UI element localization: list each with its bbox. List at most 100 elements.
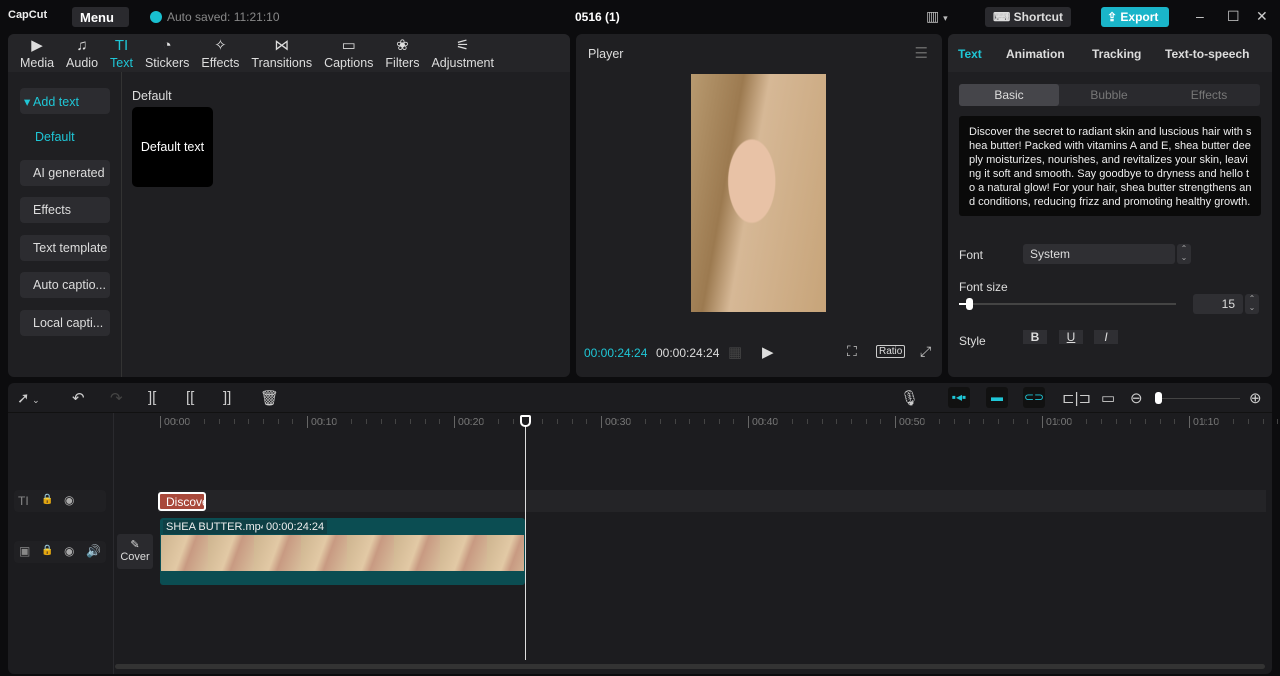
ruler-tick bbox=[468, 419, 470, 424]
ruler-tick bbox=[821, 419, 823, 424]
video-track-icon: ▣ bbox=[19, 544, 31, 558]
cover-button[interactable]: ✎ Cover bbox=[117, 534, 153, 569]
ruler-tick bbox=[1277, 419, 1279, 424]
export-button[interactable]: ⇪ Export bbox=[1101, 7, 1169, 27]
close-icon[interactable]: ✕ bbox=[1256, 8, 1268, 25]
font-stepper-icon[interactable]: ⌃ ⌄ bbox=[1177, 244, 1191, 264]
undo-icon[interactable]: ↶ bbox=[72, 389, 85, 407]
playhead-handle[interactable] bbox=[519, 415, 531, 427]
ruler-tick bbox=[968, 419, 970, 424]
lock-icon[interactable]: 🔒 bbox=[41, 545, 53, 556]
tab-stickers[interactable]: ◔ Stickers bbox=[139, 34, 195, 72]
tab-text[interactable]: TI Text bbox=[104, 34, 139, 72]
subtab-basic[interactable]: Basic bbox=[959, 84, 1059, 106]
zoom-out-icon[interactable]: ⊖ bbox=[1130, 389, 1143, 407]
text-clip[interactable]: Discove bbox=[158, 492, 206, 511]
ruler-tick bbox=[424, 419, 426, 424]
grid-icon[interactable]: ▦ bbox=[728, 343, 742, 361]
menu-button[interactable]: Menu ⌄ bbox=[72, 7, 129, 39]
slider-handle[interactable] bbox=[965, 298, 973, 310]
delete-icon[interactable]: 🗑 bbox=[260, 389, 279, 407]
main-track-magnet-icon[interactable]: ▪◂▪ bbox=[948, 387, 970, 408]
tab-text[interactable]: Text bbox=[958, 47, 982, 61]
asset-tabs: ▶ Media ♫ Audio TI Text ◔ Stickers ✧ Effects ⋈ Tran… bbox=[8, 34, 570, 72]
sidebar-item-text-template[interactable]: Text template bbox=[20, 235, 110, 261]
media-icon: ▶ bbox=[31, 37, 43, 54]
split-icon[interactable]: ][ bbox=[148, 389, 156, 406]
zoom-handle[interactable] bbox=[1155, 392, 1162, 404]
default-text-card[interactable]: Default text bbox=[132, 107, 213, 187]
zoom-fit-icon[interactable]: ⛶ bbox=[847, 343, 857, 360]
ruler-tick bbox=[1086, 419, 1088, 424]
tab-transitions[interactable]: ⋈ Transitions bbox=[245, 34, 318, 72]
keyboard-icon: ⌨ bbox=[993, 10, 1011, 24]
ruler-tick bbox=[277, 419, 279, 424]
menu-icon[interactable]: ☰ bbox=[915, 44, 928, 62]
tab-effects[interactable]: ✧ Effects bbox=[195, 34, 245, 72]
font-select[interactable]: System bbox=[1023, 244, 1175, 264]
ruler-tick bbox=[777, 419, 779, 424]
video-clip[interactable]: SHEA BUTTER.mp4 00:00:24:24 bbox=[160, 518, 525, 585]
tab-animation[interactable]: Animation bbox=[1006, 47, 1065, 61]
tab-text-to-speech[interactable]: Text-to-speech bbox=[1165, 47, 1249, 61]
tab-media[interactable]: ▶ Media bbox=[14, 34, 60, 72]
zoom-in-icon[interactable]: ⊕ bbox=[1249, 389, 1262, 407]
video-thumbnail bbox=[440, 535, 487, 571]
tab-audio[interactable]: ♫ Audio bbox=[60, 34, 104, 72]
redo-icon[interactable]: ↷ bbox=[110, 389, 123, 407]
ruler-tick bbox=[1027, 419, 1029, 424]
play-icon[interactable]: ▶ bbox=[762, 343, 774, 361]
font-size-input[interactable]: 15 bbox=[1193, 294, 1243, 314]
tab-adjustment[interactable]: ⚟ Adjustment bbox=[425, 34, 500, 72]
sidebar-item-ai-generated[interactable]: AI generated bbox=[20, 160, 110, 186]
shortcut-button[interactable]: ⌨ Shortcut bbox=[985, 7, 1071, 27]
sidebar-item-effects[interactable]: Effects bbox=[20, 197, 110, 223]
font-size-stepper-icon[interactable]: ⌃ ⌄ bbox=[1245, 294, 1259, 314]
ruler-tick bbox=[1071, 419, 1073, 424]
autosave-status: Auto saved: 11:21:10 bbox=[150, 10, 280, 24]
fit-timeline-icon[interactable]: ▭ bbox=[1101, 389, 1115, 407]
link-icon[interactable]: ⊂⊃ bbox=[1023, 387, 1045, 408]
video-track-header: ▣ 🔒 ◉ 🔊 bbox=[14, 541, 106, 563]
text-content-input[interactable]: Discover the secret to radiant skin and … bbox=[959, 116, 1261, 216]
horizontal-scrollbar[interactable] bbox=[115, 664, 1265, 669]
playhead[interactable] bbox=[519, 415, 531, 660]
sidebar-item-default[interactable]: Default bbox=[35, 130, 75, 144]
sidebar-item-auto-captions[interactable]: Auto captio... bbox=[20, 272, 110, 298]
timeline-zoom-slider[interactable] bbox=[1155, 392, 1240, 404]
speaker-icon[interactable]: 🔊 bbox=[86, 544, 101, 558]
tab-filters[interactable]: ❀ Filters bbox=[379, 34, 425, 72]
ruler-tick bbox=[571, 419, 573, 424]
lock-icon[interactable]: 🔒 bbox=[41, 494, 53, 505]
video-clip-duration: 00:00:24:24 bbox=[263, 520, 328, 534]
underline-button[interactable]: U bbox=[1059, 330, 1083, 344]
total-time: 00:00:24:24 bbox=[656, 346, 720, 360]
select-cursor-icon[interactable]: ➚ ⌄ bbox=[17, 389, 40, 407]
auto-snap-icon[interactable]: ▬ bbox=[986, 387, 1008, 408]
italic-button[interactable]: I bbox=[1094, 330, 1118, 344]
preview-axis-icon[interactable]: ⊏|⊐ bbox=[1062, 389, 1091, 407]
subtab-bubble[interactable]: Bubble bbox=[1059, 84, 1159, 102]
add-text-button[interactable]: ▾ Add text bbox=[20, 88, 110, 114]
microphone-icon[interactable]: 🎙 bbox=[900, 389, 919, 407]
ruler-tick bbox=[997, 419, 999, 424]
eye-icon[interactable]: ◉ bbox=[64, 544, 74, 558]
ratio-button[interactable]: Ratio bbox=[876, 345, 906, 358]
ruler-tick bbox=[292, 419, 294, 424]
ruler-tick bbox=[439, 419, 441, 424]
eye-icon[interactable]: ◉ bbox=[64, 493, 74, 507]
fullscreen-icon[interactable]: ⤢ bbox=[920, 343, 931, 360]
bold-button[interactable]: B bbox=[1023, 330, 1047, 344]
maximize-icon[interactable]: ☐ bbox=[1227, 8, 1240, 25]
sidebar-item-local-captions[interactable]: Local capti... bbox=[20, 310, 110, 336]
font-size-slider[interactable] bbox=[959, 298, 1176, 310]
tab-captions[interactable]: ▭ Captions bbox=[318, 34, 379, 72]
split-left-icon[interactable]: [[ bbox=[186, 389, 194, 406]
subtab-effects[interactable]: Effects bbox=[1159, 84, 1259, 102]
text-track bbox=[158, 490, 1266, 512]
layout-icon[interactable]: ▥ ▾ bbox=[926, 8, 948, 25]
check-icon bbox=[150, 11, 162, 23]
split-right-icon[interactable]: ]] bbox=[223, 389, 231, 406]
minimize-icon[interactable]: – bbox=[1196, 8, 1204, 24]
tab-tracking[interactable]: Tracking bbox=[1092, 47, 1141, 61]
